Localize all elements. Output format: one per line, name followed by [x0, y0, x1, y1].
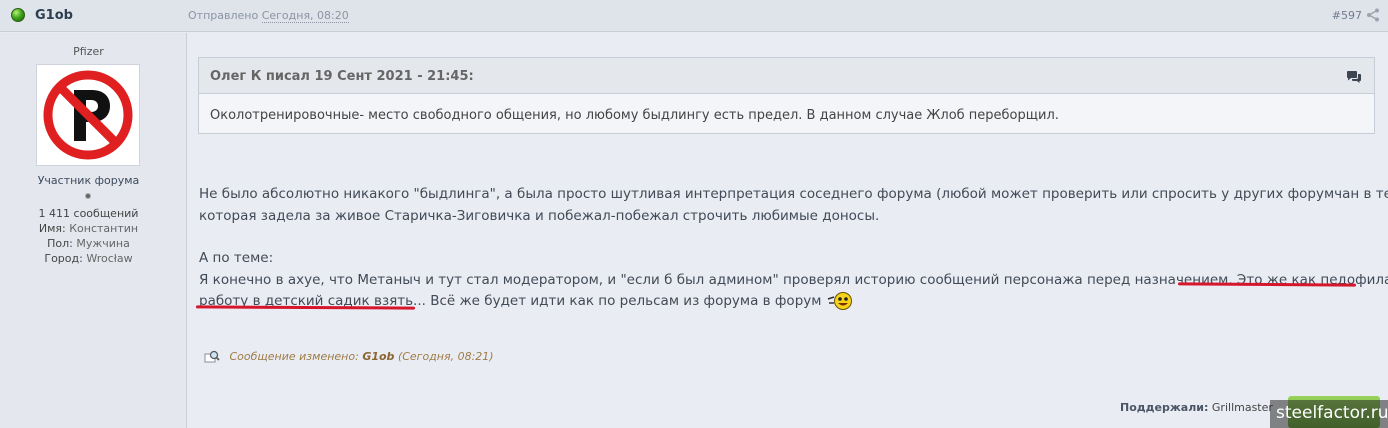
info-name: Имя: Константин [0, 222, 177, 235]
info-name-value: Константин [69, 222, 139, 235]
user-title: Pfizer [73, 45, 104, 58]
post-text-line: которая задела за живое Старичка-Зигович… [199, 207, 880, 224]
info-gender: Пол: Мужчина [0, 237, 177, 250]
info-gender-value: Мужчина [76, 237, 130, 250]
post-header: G1ob Отправлено Сегодня, 08:20 #597 [0, 0, 1388, 32]
post-count[interactable]: 1 411 сообщений [0, 207, 177, 220]
quote-bubbles-icon[interactable] [1346, 70, 1362, 84]
posted-prefix: Отправлено [188, 9, 259, 22]
edit-magnifier-icon [204, 350, 220, 363]
supporters: Поддержали: Grillmaster [1120, 401, 1273, 414]
posted-info: Отправлено Сегодня, 08:20 [188, 9, 349, 23]
info-city-value: Wrocław [86, 252, 133, 265]
rank-pip-icon [85, 193, 91, 199]
info-name-label: Имя: [38, 222, 66, 235]
post-text-line: А по теме: [199, 250, 274, 266]
post-text-line: Не было абсолютно никакого "быдлинга", а… [199, 186, 1388, 202]
edited-editor[interactable]: G1ob [362, 350, 394, 363]
edited-prefix: Сообщение изменено: [229, 350, 359, 363]
info-city: Город: Wrocław [0, 252, 177, 265]
edited-time: (Сегодня, 08:21) [397, 350, 494, 363]
post-body: Не было абсолютно никакого "быдлинга", а… [199, 184, 1388, 313]
post-number-link[interactable]: #597 [1332, 9, 1362, 22]
quote-text: Околотренировочные- место свободного общ… [210, 108, 1059, 123]
quote-block: Олег К писал 19 Сент 2021 - 21:45: Около… [198, 57, 1375, 134]
share-icon[interactable] [1366, 8, 1380, 22]
info-city-label: Город: [44, 252, 83, 265]
author-name-link[interactable]: G1ob [35, 8, 73, 23]
avatar[interactable] [36, 64, 140, 166]
quote-header: Олег К писал 19 Сент 2021 - 21:45: [199, 58, 1374, 94]
user-group: Участник форума [37, 174, 140, 187]
laughing-smiley-icon [828, 292, 853, 310]
supporters-label: Поддержали: [1120, 401, 1209, 414]
online-status-icon [11, 8, 25, 22]
edited-note: Сообщение изменено: G1ob (Сегодня, 08:21… [204, 350, 494, 364]
posted-date[interactable]: Сегодня, 08:20 [261, 9, 349, 23]
watermark: steelfactor.ru [1270, 400, 1388, 428]
supporter-user-link[interactable]: Grillmaster [1212, 401, 1273, 414]
post-text-line: Я конечно в ахуе, что Метаныч и тут стал… [199, 271, 1388, 288]
info-gender-label: Пол: [47, 237, 73, 250]
no-parking-sign [43, 70, 133, 160]
quote-author: Олег К писал 19 Сент 2021 - 21:45: [210, 69, 474, 84]
author-panel: Pfizer Участник форума 1 411 сообщений И… [0, 33, 187, 428]
